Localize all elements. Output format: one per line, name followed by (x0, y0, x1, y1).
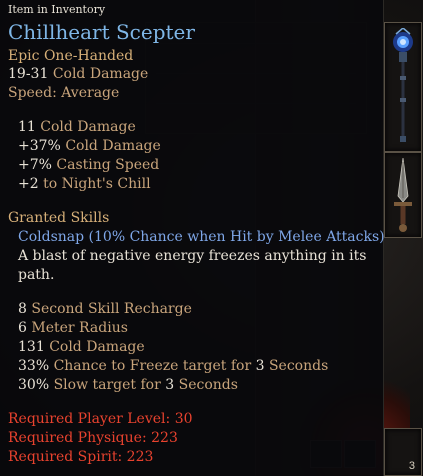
requirement-line: Required Spirit: 223 (8, 449, 153, 465)
requirement-label: Required Player Level: (8, 411, 171, 427)
skill-property: 6 Meter Radius (18, 320, 128, 336)
stat-value: 11 (18, 119, 36, 135)
inventory-slot-stack[interactable]: 3 (384, 428, 422, 476)
requirement-line: Required Player Level: 30 (8, 411, 193, 427)
slot-stack-count: 3 (408, 460, 415, 472)
requirement-value: 223 (151, 430, 178, 446)
requirement-value: 30 (174, 411, 193, 427)
stat-label: Cold Damage (40, 119, 136, 135)
stat-line: +2 to Night's Chill (18, 176, 151, 192)
base-damage-label: Cold Damage (52, 66, 149, 82)
scepter-icon (387, 27, 419, 147)
stat-line: +37% Cold Damage (18, 138, 161, 154)
requirement-value: 223 (126, 449, 154, 465)
skill-property-value: 3 (165, 377, 175, 393)
skill-property-label: Slow target for (53, 377, 161, 393)
tooltip-header: Item in Inventory (8, 3, 106, 16)
skill-property-value: 33% (18, 358, 50, 374)
inventory-slot-scepter[interactable] (384, 22, 422, 152)
stat-label: Casting Speed (56, 157, 160, 173)
stat-line: 11 Cold Damage (18, 119, 136, 135)
stat-line: +7% Casting Speed (18, 157, 159, 173)
skill-property-value: 6 (18, 320, 27, 336)
skill-property-label: Seconds (268, 358, 329, 374)
skill-property-value: 8 (18, 301, 27, 317)
stat-value: +37% (18, 138, 61, 154)
skill-property-value: 3 (255, 358, 265, 374)
skill-property-value: 131 (18, 339, 45, 355)
stat-label: Cold Damage (65, 138, 161, 154)
skill-description-line: path. (18, 267, 55, 283)
granted-skills-heading: Granted Skills (8, 210, 110, 226)
skill-property-label: Second Skill Recharge (31, 301, 192, 317)
skill-property-label: Cold Damage (49, 339, 145, 355)
stat-value: +2 (18, 176, 39, 192)
base-damage-value: 19-31 (8, 66, 49, 82)
base-damage: 19-31 Cold Damage (8, 66, 148, 82)
requirement-line: Required Physique: 223 (8, 430, 178, 446)
speed-label: Speed: (8, 85, 57, 101)
item-rarity: Epic One-Handed (8, 48, 134, 64)
dagger-icon (387, 155, 419, 235)
speed-value: Average (61, 85, 120, 101)
skill-property-label: Chance to Freeze target for (53, 358, 252, 374)
skill-property-label: Seconds (178, 377, 238, 393)
requirement-label: Required Spirit: (8, 449, 123, 465)
skill-description-line: A blast of negative energy freezes anyth… (18, 248, 367, 264)
skill-property: 8 Second Skill Recharge (18, 301, 192, 317)
inventory-slot-dagger[interactable] (384, 152, 422, 238)
stat-label: to Night's Chill (43, 176, 151, 192)
skill-property: 30% Slow target for 3 Seconds (18, 377, 238, 393)
skill-property: 33% Chance to Freeze target for 3 Second… (18, 358, 328, 374)
skill-property-value: 30% (18, 377, 50, 393)
stat-value: +7% (18, 157, 52, 173)
attack-speed: Speed: Average (8, 85, 119, 101)
skill-property-label: Meter Radius (31, 320, 128, 336)
skill-property: 131 Cold Damage (18, 339, 145, 355)
requirement-label: Required Physique: (8, 430, 147, 446)
granted-skill-name: Coldsnap (10% Chance when Hit by Melee A… (18, 229, 385, 245)
item-title: Chillheart Scepter (8, 20, 195, 44)
item-tooltip: Item in Inventory Chillheart Scepter Epi… (0, 0, 385, 476)
